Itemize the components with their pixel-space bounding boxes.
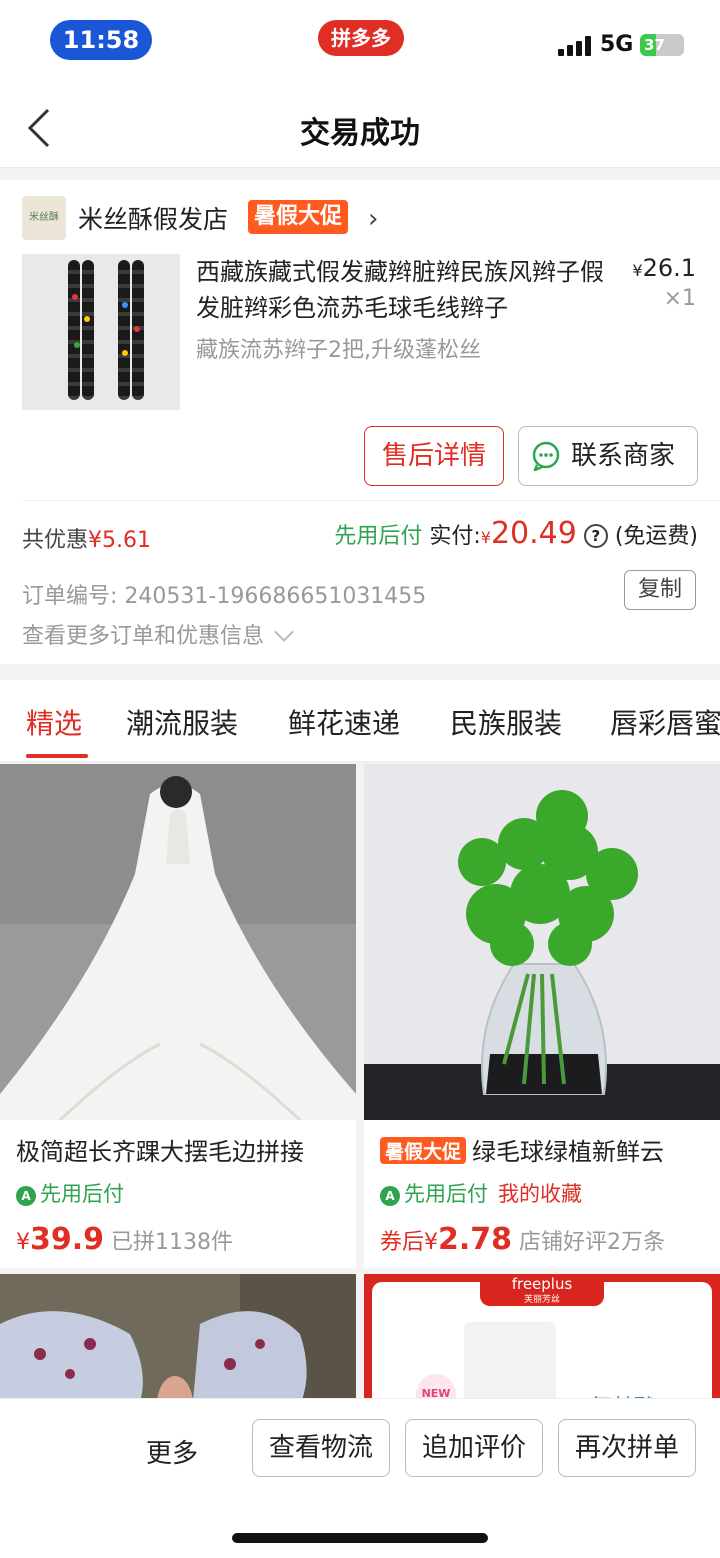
discount-summary: 共优惠¥5.61 xyxy=(22,522,151,554)
product-title: 极简超长齐踝大摆毛边拼接 xyxy=(16,1138,304,1166)
view-logistics-button[interactable]: 查看物流 xyxy=(252,1419,390,1477)
product-image xyxy=(364,764,720,1120)
more-order-info-link[interactable]: 查看更多订单和优惠信息 xyxy=(22,618,294,650)
chevron-right-icon[interactable]: › xyxy=(368,204,378,234)
paid-amount: 20.49 xyxy=(490,516,577,551)
reorder-button[interactable]: 再次拼单 xyxy=(558,1419,696,1477)
copy-button[interactable]: 复制 xyxy=(624,570,696,610)
price-symbol: ¥ xyxy=(16,1230,30,1255)
nav-bar: 交易成功 xyxy=(0,80,720,168)
tab-flower-delivery[interactable]: 鲜花速递 xyxy=(288,702,400,742)
more-button[interactable]: 更多 xyxy=(146,1433,198,1470)
price-value: 39.9 xyxy=(30,1222,105,1257)
recommendation-feed: 极简超长齐踝大摆毛边拼接 A 先用后付 ¥39.9 已拼1138件 暑假大促 绿毛球… xyxy=(0,762,720,1398)
page-title: 交易成功 xyxy=(300,116,420,151)
chevron-down-icon xyxy=(274,622,294,642)
shop-name[interactable]: 米丝酥假发店 xyxy=(78,200,228,236)
product-image xyxy=(0,764,356,1120)
discount-amount: ¥5.61 xyxy=(88,528,151,553)
pay-later-label: 先用后付 xyxy=(334,524,423,549)
pay-later-icon: A xyxy=(380,1186,400,1206)
pay-later-label: 先用后付 xyxy=(404,1182,488,1206)
divider xyxy=(22,500,720,501)
tab-lip-gloss[interactable]: 唇彩唇蜜 xyxy=(610,702,720,742)
product-meta: A 先用后付 xyxy=(16,1178,124,1208)
price-value: 2.78 xyxy=(438,1222,513,1257)
app-badge: 拼多多 xyxy=(318,20,404,56)
contact-seller-button[interactable]: 联系商家 xyxy=(518,426,698,486)
active-tab-indicator xyxy=(26,754,88,758)
section-gap xyxy=(0,168,720,180)
battery-icon: 37 xyxy=(640,34,684,56)
product-image xyxy=(0,1274,356,1398)
product-price: ¥26.1 xyxy=(632,254,696,282)
product-title[interactable]: 西藏族藏式假发藏辫脏辫民族风辫子假发脏辫彩色流苏毛球毛线辫子 xyxy=(196,254,604,326)
price-prefix: 券后 xyxy=(380,1230,425,1255)
sales-count: 已拼1138件 xyxy=(111,1230,234,1255)
order-number: 订单编号: 240531-196686651031455 xyxy=(22,578,426,610)
signal-icon xyxy=(558,36,592,56)
promo-tag: 暑假大促 xyxy=(380,1137,467,1164)
promo-tag: 暑假大促 xyxy=(248,200,349,234)
product-card[interactable]: 暑假大促 绿毛球绿植新鲜云 A 先用后付 我的收藏 券后¥2.78 店铺好评2万条 xyxy=(364,764,720,1268)
product-image: freeplus 芙丽芳丝 NEW 氨基酸 xyxy=(364,1274,720,1398)
after-sale-button[interactable]: 售后详情 xyxy=(364,426,504,486)
product-title-text: 绿毛球绿植新鲜云 xyxy=(472,1138,665,1166)
favorite-label: 我的收藏 xyxy=(498,1182,582,1206)
overlay-text: 氨基酸 xyxy=(590,1390,656,1398)
product-meta: A 先用后付 我的收藏 xyxy=(380,1178,582,1208)
category-tabs: 精选 潮流服装 鲜花速递 民族服装 唇彩唇蜜 xyxy=(0,680,720,762)
status-time: 11:58 xyxy=(50,20,152,60)
tab-featured[interactable]: 精选 xyxy=(26,702,82,742)
brand-name: freeplus xyxy=(511,1275,573,1293)
discount-label: 共优惠 xyxy=(22,528,89,553)
battery-level: 37 xyxy=(644,36,665,54)
help-icon[interactable]: ? xyxy=(583,524,608,548)
product-card[interactable]: freeplus 芙丽芳丝 NEW 氨基酸 xyxy=(364,1274,720,1398)
pay-later-label: 先用后付 xyxy=(40,1182,124,1206)
price-symbol: ¥ xyxy=(632,261,643,280)
shop-rating: 店铺好评2万条 xyxy=(519,1230,666,1255)
order-card: 米丝酥 米丝酥假发店 暑假大促 › 西藏族藏式假发藏辫脏辫民族风辫子假发脏辫彩色… xyxy=(0,180,720,664)
tab-trendy-clothing[interactable]: 潮流服装 xyxy=(126,702,238,742)
order-number-value: 240531-196686651031455 xyxy=(124,584,427,609)
home-indicator[interactable] xyxy=(232,1533,488,1543)
order-number-label: 订单编号: xyxy=(22,584,118,609)
bottom-action-bar: 更多 查看物流 追加评价 再次拼单 xyxy=(0,1398,720,1558)
price-value: 26.1 xyxy=(642,254,696,282)
product-card[interactable] xyxy=(0,1274,356,1398)
add-review-button[interactable]: 追加评价 xyxy=(405,1419,543,1477)
product-spec: 藏族流苏辫子2把,升级蓬松丝 xyxy=(196,338,481,363)
product-image[interactable] xyxy=(22,254,180,410)
product-title: 暑假大促 绿毛球绿植新鲜云 xyxy=(380,1132,710,1167)
product-price: 券后¥2.78 店铺好评2万条 xyxy=(380,1222,665,1257)
contact-seller-label: 联系商家 xyxy=(571,441,676,471)
payment-summary: 先用后付 实付:¥20.49 ? (免运费) xyxy=(334,516,698,551)
shop-logo[interactable]: 米丝酥 xyxy=(22,196,66,240)
product-quantity: ×1 xyxy=(663,286,696,311)
chat-icon xyxy=(532,441,560,471)
pay-later-icon: A xyxy=(16,1186,36,1206)
product-price: ¥39.9 已拼1138件 xyxy=(16,1222,233,1257)
brand-sub: 芙丽芳丝 xyxy=(523,1295,560,1305)
section-gap xyxy=(0,664,720,680)
shop-logo-text: 米丝酥 xyxy=(29,212,59,223)
tab-ethnic-clothing[interactable]: 民族服装 xyxy=(450,702,562,742)
shipping-note: (免运费) xyxy=(614,524,698,549)
price-symbol: ¥ xyxy=(424,1230,439,1255)
paid-symbol: ¥ xyxy=(480,528,491,547)
paid-label: 实付: xyxy=(429,524,481,549)
product-card[interactable]: 极简超长齐踝大摆毛边拼接 A 先用后付 ¥39.9 已拼1138件 xyxy=(0,764,356,1268)
network-type: 5G xyxy=(600,32,634,57)
more-order-info-label: 查看更多订单和优惠信息 xyxy=(22,624,265,649)
status-bar: 11:58 拼多多 5G 37 xyxy=(0,0,720,80)
